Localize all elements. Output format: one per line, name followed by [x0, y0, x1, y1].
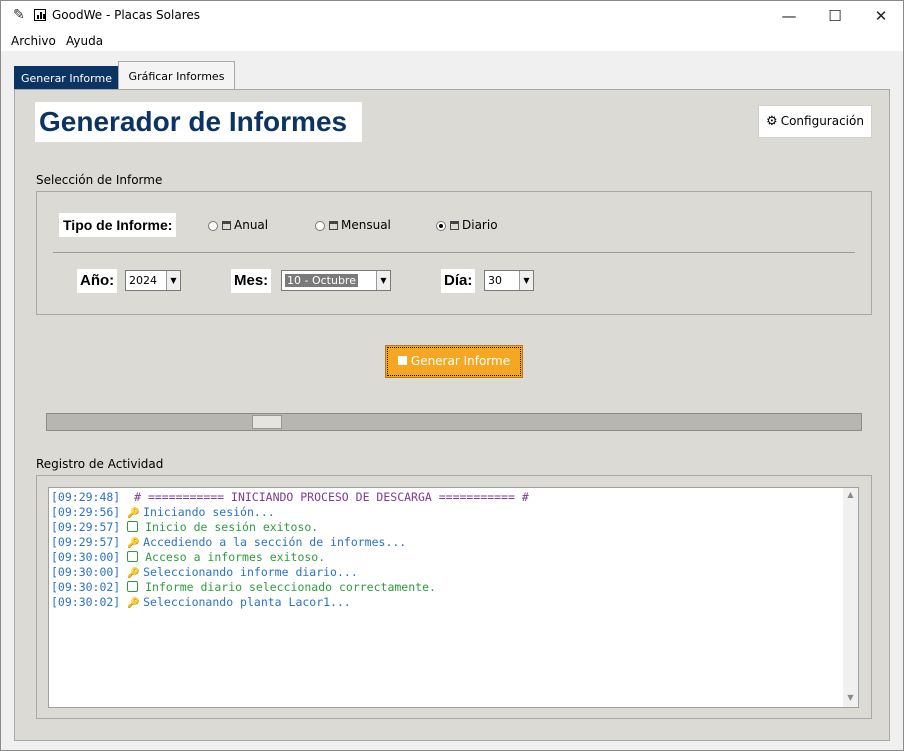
- log-line: [09:29:57] 🔑 Accediendo a la sección de …: [51, 535, 407, 549]
- close-button[interactable]: ✕: [858, 1, 904, 31]
- chevron-down-icon[interactable]: ▼: [166, 271, 180, 290]
- log-scrollbar[interactable]: ▲ ▼: [843, 488, 858, 707]
- calendar-icon: [450, 221, 459, 230]
- activity-log-text[interactable]: [09:29:48] # =========== INICIANDO PROCE…: [48, 487, 859, 708]
- configuration-label: Configuración: [780, 114, 864, 128]
- year-label: Año:: [77, 269, 118, 293]
- progress-bar: [46, 413, 862, 431]
- maximize-button[interactable]: ☐: [812, 1, 858, 31]
- generate-report-label: Generar Informe: [410, 354, 511, 368]
- report-type-label: Tipo de Informe:: [59, 213, 177, 237]
- progress-indicator: [252, 415, 282, 429]
- minimize-button[interactable]: —: [766, 1, 812, 31]
- scroll-up-icon[interactable]: ▲: [843, 490, 858, 499]
- radio-anual-label: Anual: [234, 218, 269, 232]
- window-title: GoodWe - Placas Solares: [52, 8, 200, 22]
- selection-groupbox: [36, 191, 872, 315]
- day-select[interactable]: 30 ▼: [484, 270, 534, 291]
- chevron-down-icon[interactable]: ▼: [519, 271, 533, 290]
- menu-ayuda[interactable]: Ayuda: [66, 34, 103, 48]
- radio-anual[interactable]: Anual: [208, 217, 268, 233]
- page-title: Generador de Informes: [35, 102, 362, 142]
- month-label: Mes:: [231, 269, 272, 293]
- day-label: Día:: [441, 269, 476, 293]
- key-icon: 🔑: [127, 508, 140, 519]
- configuration-button[interactable]: ⚙ Configuración: [758, 105, 872, 138]
- log-line: [09:29:48] # =========== INICIANDO PROCE…: [51, 490, 529, 504]
- selection-section-label: Selección de Informe: [36, 173, 163, 187]
- log-line: [09:30:02] Informe diario seleccionado c…: [51, 580, 436, 594]
- title-bar[interactable]: ✎ GoodWe - Placas Solares — ☐ ✕: [1, 1, 903, 31]
- tab-graficar-informes[interactable]: Gráficar Informes: [118, 61, 235, 90]
- radio-circle[interactable]: [208, 220, 218, 231]
- month-value: 10 - Octubre: [285, 274, 358, 287]
- radio-circle-selected[interactable]: [436, 220, 446, 231]
- check-icon: [127, 521, 139, 532]
- log-line: [09:30:02] 🔑 Seleccionando planta Lacor1…: [51, 595, 351, 609]
- key-icon: 🔑: [127, 538, 140, 549]
- month-select[interactable]: 10 - Octubre ▼: [281, 270, 391, 291]
- divider: [53, 252, 855, 253]
- app-window: ✎ GoodWe - Placas Solares — ☐ ✕ Archivo …: [0, 0, 904, 751]
- year-value: 2024: [129, 274, 157, 287]
- log-line: [09:29:57] Inicio de sesión exitoso.: [51, 520, 319, 534]
- key-icon: 🔑: [127, 598, 140, 609]
- menu-bar: Archivo Ayuda: [1, 31, 903, 51]
- generate-report-button[interactable]: Generar Informe: [385, 345, 523, 378]
- activity-log-label: Registro de Actividad: [36, 457, 164, 471]
- calendar-icon: [222, 221, 231, 230]
- calendar-icon: [329, 221, 338, 230]
- radio-diario-label: Diario: [462, 218, 498, 232]
- app-chart-icon: [34, 9, 46, 21]
- check-icon: [127, 551, 139, 562]
- check-icon: [127, 581, 139, 592]
- scroll-down-icon[interactable]: ▼: [843, 693, 858, 702]
- menu-archivo[interactable]: Archivo: [11, 34, 56, 48]
- radio-diario[interactable]: Diario: [436, 217, 498, 233]
- day-value: 30: [488, 274, 502, 287]
- log-line: [09:30:00] Acceso a informes exitoso.: [51, 550, 326, 564]
- feather-icon: ✎: [13, 7, 25, 23]
- gear-icon: ⚙: [766, 114, 778, 129]
- radio-mensual[interactable]: Mensual: [315, 217, 391, 233]
- chevron-down-icon[interactable]: ▼: [376, 271, 390, 290]
- key-icon: 🔑: [127, 568, 140, 579]
- save-icon: [397, 356, 407, 365]
- log-line: [09:29:56] 🔑 Iniciando sesión...: [51, 505, 275, 519]
- radio-mensual-label: Mensual: [341, 218, 391, 232]
- radio-circle[interactable]: [315, 220, 325, 231]
- year-select[interactable]: 2024 ▼: [125, 270, 181, 291]
- log-line: [09:30:00] 🔑 Seleccionando informe diari…: [51, 565, 358, 579]
- tab-generar-informe[interactable]: Generar Informe: [14, 66, 119, 90]
